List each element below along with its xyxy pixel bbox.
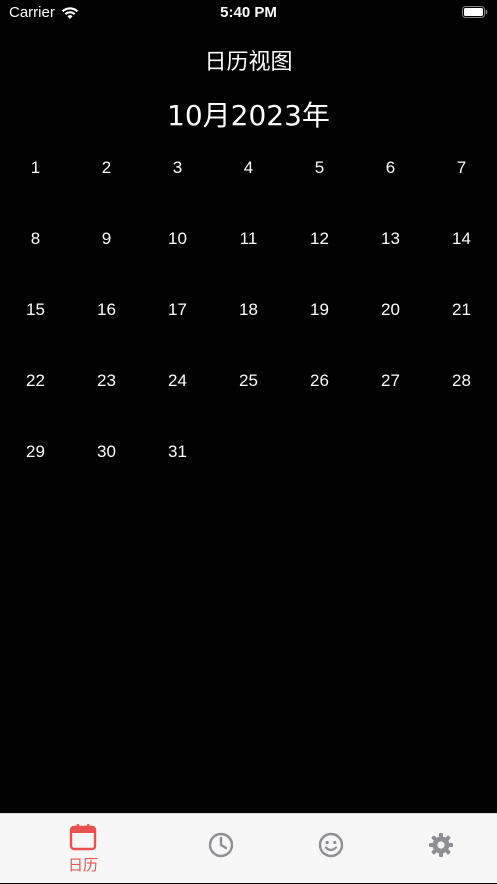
calendar-day[interactable]: 8	[0, 203, 71, 274]
tab-emoji[interactable]	[269, 814, 393, 884]
calendar-day[interactable]: 27	[355, 345, 426, 416]
calendar-day[interactable]: 14	[426, 203, 497, 274]
calendar-day[interactable]: 23	[71, 345, 142, 416]
calendar-day[interactable]: 17	[142, 274, 213, 345]
calendar-day[interactable]: 11	[213, 203, 284, 274]
gear-icon	[429, 833, 453, 857]
tab-bar: 日历	[0, 813, 497, 883]
calendar-day[interactable]: 18	[213, 274, 284, 345]
calendar-day[interactable]: 15	[0, 274, 71, 345]
calendar-day[interactable]: 2	[71, 132, 142, 203]
calendar-day[interactable]: 16	[71, 274, 142, 345]
calendar-day[interactable]: 30	[71, 416, 142, 487]
tab-calendar[interactable]: 日历	[21, 814, 145, 884]
calendar-day[interactable]: 1	[0, 132, 71, 203]
calendar-day[interactable]: 25	[213, 345, 284, 416]
calendar-day[interactable]: 22	[0, 345, 71, 416]
tab-clock[interactable]	[159, 814, 283, 884]
status-time: 5:40 PM	[220, 4, 277, 21]
page-title: 日历视图	[204, 50, 293, 75]
calendar-day[interactable]: 9	[71, 203, 142, 274]
calendar-day[interactable]: 31	[142, 416, 213, 487]
calendar-day[interactable]: 12	[284, 203, 355, 274]
calendar-day[interactable]: 21	[426, 274, 497, 345]
calendar-day[interactable]: 3	[142, 132, 213, 203]
clock-icon	[208, 832, 234, 858]
battery-icon	[462, 6, 488, 18]
calendar-icon	[69, 824, 97, 851]
status-bar: Carrier 5:40 PM	[0, 0, 497, 26]
calendar-day[interactable]: 19	[284, 274, 355, 345]
calendar-day[interactable]: 13	[355, 203, 426, 274]
calendar-day[interactable]: 24	[142, 345, 213, 416]
calendar-day[interactable]: 10	[142, 203, 213, 274]
calendar-day[interactable]: 26	[284, 345, 355, 416]
calendar-day[interactable]: 5	[284, 132, 355, 203]
calendar-day[interactable]: 28	[426, 345, 497, 416]
tab-settings[interactable]	[379, 814, 497, 884]
calendar-day[interactable]: 20	[355, 274, 426, 345]
calendar-day[interactable]: 29	[0, 416, 71, 487]
smiley-icon	[318, 832, 344, 858]
month-title: 10月2023年	[167, 99, 330, 132]
calendar-day[interactable]: 6	[355, 132, 426, 203]
tab-calendar-label: 日历	[67, 856, 98, 874]
calendar-grid: 1 2 3 4 5 6 7 8 9 10 11 12 13 14 15 16 17 18 19 20 21 22 23 24 2…	[0, 132, 497, 487]
calendar-day[interactable]: 7	[426, 132, 497, 203]
calendar-day[interactable]: 4	[213, 132, 284, 203]
